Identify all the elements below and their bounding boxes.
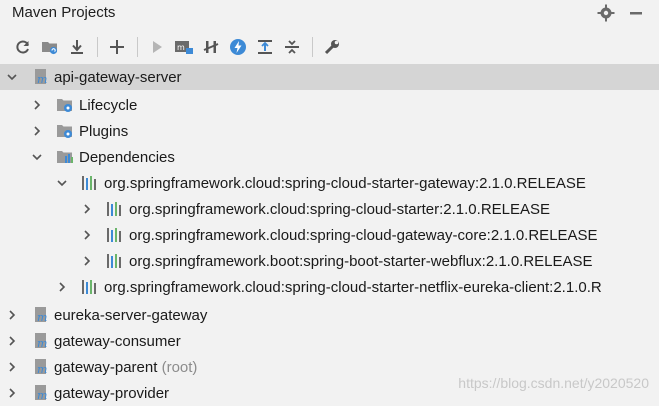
library-icon: [105, 252, 123, 270]
offline-icon: [203, 41, 219, 53]
skip-tests-button[interactable]: [225, 34, 251, 60]
svg-text:m: m: [37, 73, 47, 86]
chevron-right-icon[interactable]: [31, 125, 43, 137]
tree-item-label: org.springframework.cloud:spring-cloud-s…: [104, 174, 586, 192]
chevron-right-icon[interactable]: [81, 203, 93, 215]
chevron-right-icon[interactable]: [81, 229, 93, 241]
library-icon: [105, 226, 123, 244]
tree-item-dependency[interactable]: org.springframework.cloud:spring-cloud-s…: [0, 274, 659, 300]
toolbar-separator: [312, 37, 313, 57]
tree-item-label: Dependencies: [79, 148, 175, 166]
maven-project-icon: m: [33, 306, 51, 324]
tree-item-label: org.springframework.boot:spring-boot-sta…: [129, 252, 593, 270]
project-tree: m api-gateway-server Lifecycle Plugins D…: [0, 64, 659, 403]
tree-item-label: eureka-server-gateway: [54, 306, 208, 324]
tree-item-plugins[interactable]: Plugins: [0, 118, 659, 144]
tree-item-label: org.springframework.cloud:spring-cloud-s…: [129, 200, 551, 218]
maven-project-icon: m: [33, 384, 51, 402]
wrench-icon: [324, 40, 339, 55]
dependencies-folder-icon: [56, 148, 74, 166]
chevron-right-icon[interactable]: [56, 281, 68, 293]
maven-project-icon: m: [33, 358, 51, 376]
chevron-right-icon[interactable]: [31, 99, 43, 111]
tree-item-lifecycle[interactable]: Lifecycle: [0, 92, 659, 118]
download-sources-button[interactable]: [64, 34, 90, 60]
toolbar: m: [0, 30, 659, 64]
plus-icon: [110, 40, 124, 54]
tree-item-label: gateway-parent (root): [54, 359, 197, 376]
tree-item-label: Lifecycle: [79, 96, 138, 114]
tree-item-dependency[interactable]: org.springframework.cloud:spring-cloud-g…: [0, 222, 659, 248]
gear-icon[interactable]: [597, 4, 615, 22]
tree-item-dependency[interactable]: org.springframework.cloud:spring-cloud-s…: [0, 196, 659, 222]
tree-item-eureka-server-gateway[interactable]: m eureka-server-gateway: [0, 302, 659, 328]
chevron-down-icon[interactable]: [6, 71, 18, 83]
tree-item-label: gateway-consumer: [54, 332, 181, 350]
toolbar-separator: [137, 37, 138, 57]
tree-item-dependencies[interactable]: Dependencies: [0, 144, 659, 170]
run-goal-button[interactable]: [144, 34, 170, 60]
refresh-icon: [16, 40, 29, 54]
chevron-right-icon[interactable]: [6, 335, 18, 347]
tree-item-label: Plugins: [79, 122, 129, 140]
generate-sources-button[interactable]: [37, 34, 63, 60]
toggle-offline-button[interactable]: [198, 34, 224, 60]
chevron-right-icon[interactable]: [6, 309, 18, 321]
collapse-all-icon: [285, 40, 299, 54]
chevron-right-icon[interactable]: [6, 387, 18, 399]
tree-item-label: org.springframework.cloud:spring-cloud-s…: [104, 278, 602, 296]
tree-item-dependency[interactable]: org.springframework.boot:spring-boot-sta…: [0, 248, 659, 274]
collapse-all-button[interactable]: [279, 34, 305, 60]
library-icon: [80, 174, 98, 192]
svg-text:m: m: [37, 363, 47, 376]
maven-project-icon: m: [33, 68, 51, 86]
lightning-icon: [230, 39, 246, 55]
tree-item-label: org.springframework.cloud:spring-cloud-g…: [129, 226, 598, 244]
add-project-button[interactable]: [104, 34, 130, 60]
chevron-down-icon[interactable]: [31, 151, 43, 163]
reimport-button[interactable]: [10, 34, 36, 60]
chevron-right-icon[interactable]: [6, 361, 18, 373]
toolbar-separator: [97, 37, 98, 57]
tree-item-label: gateway-provider: [54, 384, 170, 402]
root-suffix: (root): [161, 358, 198, 376]
play-icon: [153, 41, 162, 53]
tree-item-dependency[interactable]: org.springframework.cloud:spring-cloud-s…: [0, 170, 659, 196]
project-name: gateway-parent: [54, 358, 158, 376]
chevron-right-icon[interactable]: [81, 255, 93, 267]
expand-all-icon: [258, 40, 272, 54]
panel-title: Maven Projects: [12, 4, 116, 21]
download-icon: [71, 40, 83, 54]
svg-text:m: m: [177, 43, 185, 52]
watermark: https://blog.csdn.net/y2020520: [458, 375, 649, 391]
library-icon: [105, 200, 123, 218]
svg-text:m: m: [37, 337, 47, 350]
plugins-folder-icon: [56, 122, 74, 140]
library-icon: [80, 278, 98, 296]
svg-text:m: m: [37, 311, 47, 324]
lifecycle-folder-icon: [56, 96, 74, 114]
tree-item-label: api-gateway-server: [54, 68, 182, 86]
folder-refresh-icon: [42, 42, 58, 55]
execute-goal-button[interactable]: m: [171, 34, 197, 60]
hide-panel-icon[interactable]: [627, 4, 645, 22]
tree-item-api-gateway-server[interactable]: m api-gateway-server: [0, 64, 659, 90]
tree-item-gateway-consumer[interactable]: m gateway-consumer: [0, 328, 659, 354]
maven-project-icon: m: [33, 332, 51, 350]
svg-text:m: m: [37, 389, 47, 402]
show-dependencies-button[interactable]: [252, 34, 278, 60]
panel-header: Maven Projects: [0, 0, 659, 26]
maven-goal-icon: m: [175, 41, 193, 54]
chevron-down-icon[interactable]: [56, 177, 68, 189]
maven-settings-button[interactable]: [319, 34, 345, 60]
